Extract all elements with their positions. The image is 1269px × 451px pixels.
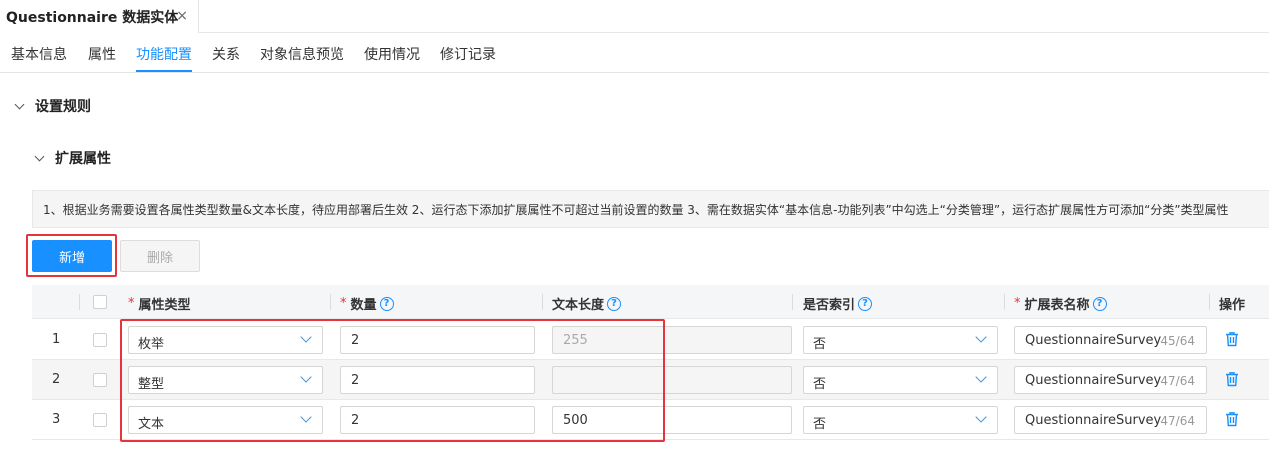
- table-row: 3 文本 2 500 否 QuestionnaireSurvey 47/64: [32, 400, 1269, 440]
- header-ext-table-name: * 扩展表名称 ?: [1014, 294, 1107, 313]
- table-row: 1 枚举 2 255 否 QuestionnaireSurvey 45/64: [32, 320, 1269, 360]
- section-ext-attrs-title: 扩展属性: [55, 151, 111, 167]
- tab-usage[interactable]: 使用情况: [364, 44, 420, 64]
- add-button[interactable]: 新增: [32, 240, 112, 272]
- row-number: 2: [52, 372, 61, 387]
- count-input[interactable]: 2: [340, 366, 535, 394]
- count-input[interactable]: 2: [340, 326, 535, 354]
- chevron-down-icon: [300, 331, 312, 343]
- table-row: 2 整型 2 否 QuestionnaireSurvey 47/64: [32, 360, 1269, 400]
- document-tab[interactable]: Questionnaire 数据实体 ×: [0, 0, 199, 33]
- char-count: 45/64: [1160, 334, 1195, 348]
- document-tabbar: Questionnaire 数据实体 ×: [0, 0, 1269, 33]
- tab-function-config[interactable]: 功能配置: [136, 44, 192, 64]
- row-number: 3: [52, 412, 61, 427]
- close-icon[interactable]: ×: [176, 8, 188, 24]
- tab-relations[interactable]: 关系: [212, 44, 240, 64]
- row-checkbox[interactable]: [93, 333, 107, 347]
- document-tab-title: Questionnaire 数据实体: [6, 9, 179, 26]
- chevron-down-icon: [975, 411, 987, 423]
- trash-icon[interactable]: [1225, 331, 1239, 347]
- row-number: 1: [52, 332, 61, 347]
- header-is-indexed: 是否索引 ?: [803, 294, 873, 313]
- column-divider: [79, 294, 80, 310]
- active-tab-indicator: [136, 70, 192, 72]
- chevron-down-icon: [975, 331, 987, 343]
- column-divider: [542, 294, 543, 310]
- text-length-input[interactable]: 500: [552, 406, 792, 434]
- section-rules-header[interactable]: 设置规则: [14, 96, 91, 116]
- attr-type-select[interactable]: 枚举: [128, 326, 323, 354]
- tab-basic-info[interactable]: 基本信息: [11, 44, 67, 64]
- trash-icon[interactable]: [1225, 371, 1239, 387]
- chevron-down-icon: [975, 371, 987, 383]
- question-circle-icon[interactable]: ?: [379, 296, 394, 311]
- ext-table-name-input[interactable]: QuestionnaireSurvey 45/64: [1014, 326, 1207, 354]
- column-divider: [1209, 294, 1210, 310]
- text-length-input: [552, 366, 792, 394]
- char-count: 47/64: [1160, 414, 1195, 428]
- row-checkbox[interactable]: [93, 373, 107, 387]
- chevron-down-icon: [34, 151, 45, 161]
- tab-attributes[interactable]: 属性: [88, 44, 116, 64]
- column-divider: [792, 294, 793, 310]
- tab-object-preview[interactable]: 对象信息预览: [260, 44, 344, 64]
- header-count: * 数量 ?: [340, 294, 394, 313]
- table-header: * 属性类型 * 数量 ? 文本长度 ? 是否索引 ? * 扩展表名称 ? 操作: [32, 285, 1269, 319]
- column-divider: [1004, 294, 1005, 310]
- section-rules-title: 设置规则: [35, 99, 91, 115]
- row-checkbox[interactable]: [93, 413, 107, 427]
- attr-type-select[interactable]: 整型: [128, 366, 323, 394]
- delete-button: 删除: [120, 240, 200, 272]
- chevron-down-icon: [14, 99, 25, 109]
- select-all-checkbox[interactable]: [93, 295, 107, 309]
- header-operations: 操作: [1219, 298, 1246, 313]
- question-circle-icon[interactable]: ?: [858, 296, 873, 311]
- header-text-length: 文本长度 ?: [552, 294, 622, 313]
- trash-icon[interactable]: [1225, 411, 1239, 427]
- column-divider: [330, 294, 331, 310]
- section-ext-attrs-header[interactable]: 扩展属性: [34, 148, 111, 168]
- ext-table-name-input[interactable]: QuestionnaireSurvey 47/64: [1014, 406, 1207, 434]
- question-circle-icon[interactable]: ?: [607, 296, 622, 311]
- text-length-input: 255: [552, 326, 792, 354]
- is-indexed-select[interactable]: 否: [803, 326, 998, 354]
- question-circle-icon[interactable]: ?: [1092, 296, 1107, 311]
- is-indexed-select[interactable]: 否: [803, 406, 998, 434]
- tab-revision-log[interactable]: 修订记录: [440, 44, 496, 64]
- count-input[interactable]: 2: [340, 406, 535, 434]
- attr-type-select[interactable]: 文本: [128, 406, 323, 434]
- subtab-bar: 基本信息 属性 功能配置 关系 对象信息预览 使用情况 修订记录: [0, 33, 1269, 73]
- char-count: 47/64: [1160, 374, 1195, 388]
- is-indexed-select[interactable]: 否: [803, 366, 998, 394]
- notice-banner: 1、根据业务需要设置各属性类型数量&文本长度，待应用部署后生效 2、运行态下添加…: [32, 190, 1269, 228]
- notice-text: 1、根据业务需要设置各属性类型数量&文本长度，待应用部署后生效 2、运行态下添加…: [43, 202, 1229, 217]
- chevron-down-icon: [300, 411, 312, 423]
- header-attr-type: * 属性类型: [128, 296, 191, 313]
- chevron-down-icon: [300, 371, 312, 383]
- ext-table-name-input[interactable]: QuestionnaireSurvey 47/64: [1014, 366, 1207, 394]
